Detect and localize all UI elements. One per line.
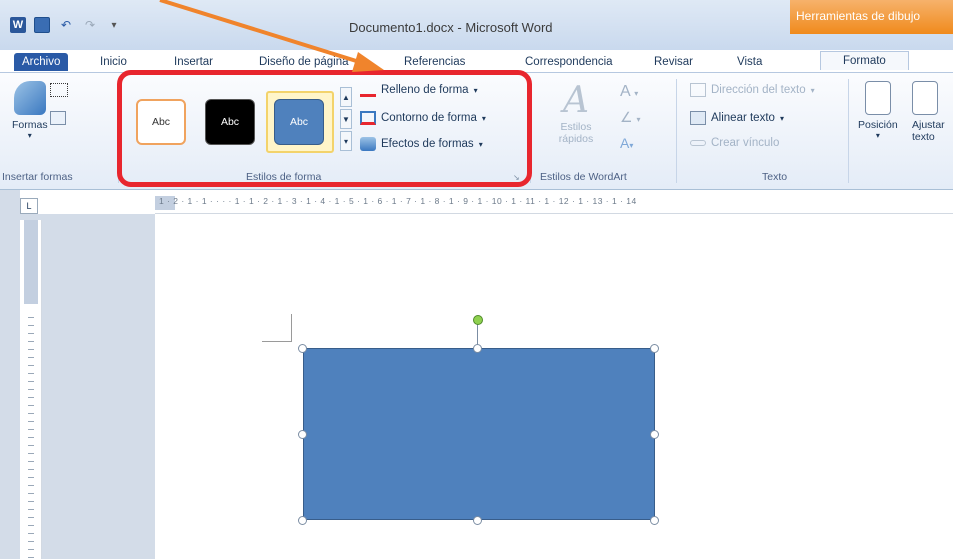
direccion-texto-button[interactable]: Dirección del texto ▾ xyxy=(690,83,815,97)
tab-diseno-pagina[interactable]: Diseño de página xyxy=(259,53,349,71)
customize-qat-icon[interactable]: ▾ xyxy=(106,17,122,33)
ruler-margin xyxy=(24,220,38,304)
tab-formato[interactable]: Formato xyxy=(820,51,909,70)
contextual-tab-group: Herramientas de dibujo xyxy=(790,0,953,34)
crear-vinculo-button[interactable]: Crear vínculo xyxy=(690,137,779,149)
tab-archivo[interactable]: Archivo xyxy=(14,53,69,71)
resize-handle-bottom-left[interactable] xyxy=(298,516,307,525)
chevron-down-icon: ▾ xyxy=(810,85,815,95)
wordart-a-icon: A xyxy=(563,80,589,121)
group-separator xyxy=(676,79,677,183)
link-icon xyxy=(690,140,706,146)
vertical-ruler[interactable] xyxy=(20,220,42,559)
estilos-rapidos-button[interactable]: A Estilos rápidos xyxy=(552,80,600,146)
wrap-text-icon xyxy=(912,81,938,115)
resize-handle-top[interactable] xyxy=(473,344,482,353)
resize-handle-bottom-right[interactable] xyxy=(650,516,659,525)
undo-icon[interactable]: ↶ xyxy=(58,17,74,33)
text-outline-icon[interactable]: ∠ ▾ xyxy=(620,109,640,126)
resize-handle-top-right[interactable] xyxy=(650,344,659,353)
resize-handle-left[interactable] xyxy=(298,430,307,439)
title-bar: W ↶ ↷ ▾ Documento1.docx - Microsoft Word… xyxy=(0,0,953,50)
tab-selector-icon[interactable]: L xyxy=(20,198,38,214)
rotation-handle[interactable] xyxy=(473,315,483,325)
chevron-down-icon: ▾ xyxy=(875,131,880,140)
window-title: Documento1.docx - Microsoft Word xyxy=(349,20,553,35)
text-direction-icon xyxy=(690,83,706,97)
tab-vista[interactable]: Vista xyxy=(737,53,762,71)
edit-shape-icon[interactable] xyxy=(50,83,68,97)
align-text-icon xyxy=(690,111,706,125)
tab-referencias[interactable]: Referencias xyxy=(404,53,465,71)
alinear-texto-label: Alinear texto xyxy=(711,112,775,124)
word-icon[interactable]: W xyxy=(10,17,26,33)
ruler-ticks xyxy=(28,310,34,559)
chevron-down-icon: ▾ xyxy=(779,113,784,123)
estilos-rapidos-label: Estilos rápidos xyxy=(558,121,594,145)
crear-vinculo-label: Crear vínculo xyxy=(711,137,780,149)
resize-handle-right[interactable] xyxy=(650,430,659,439)
position-icon xyxy=(864,81,891,115)
posicion-button[interactable]: Posición ▾ xyxy=(858,81,898,140)
ajustar-texto-button[interactable]: Ajustar texto xyxy=(912,81,952,143)
group-separator xyxy=(848,79,849,183)
direccion-texto-label: Dirección del texto xyxy=(711,84,806,96)
shape-styles-highlight xyxy=(117,70,532,187)
formas-label: Formas xyxy=(12,119,48,131)
tab-revisar[interactable]: Revisar xyxy=(654,53,693,71)
text-effects-icon[interactable]: A▾ xyxy=(620,135,633,151)
resize-handle-bottom[interactable] xyxy=(473,516,482,525)
ruler-labels: 1 · 2 · 1 · 1 · · · · 1 · 1 · 2 · 1 · 3 … xyxy=(159,196,637,206)
group-label-texto: Texto xyxy=(762,171,788,183)
shapes-icon xyxy=(13,81,46,115)
margin-corner-mark xyxy=(262,314,292,342)
posicion-label: Posición xyxy=(858,119,898,131)
alinear-texto-button[interactable]: Alinear texto ▾ xyxy=(690,111,784,125)
chevron-down-icon: ▾ xyxy=(27,131,32,140)
quick-access-toolbar: W ↶ ↷ ▾ xyxy=(10,17,122,33)
save-icon[interactable] xyxy=(34,17,50,33)
ribbon-tabs: Archivo Inicio Insertar Diseño de página… xyxy=(0,50,953,72)
text-fill-icon[interactable]: A ▾ xyxy=(620,83,638,101)
group-label-estilos-wordart: Estilos de WordArt xyxy=(540,171,627,183)
tab-correspondencia[interactable]: Correspondencia xyxy=(525,53,613,71)
redo-icon[interactable]: ↷ xyxy=(82,17,98,33)
tab-insertar[interactable]: Insertar xyxy=(174,53,213,71)
rectangle-shape[interactable] xyxy=(303,348,655,520)
group-label-insertar-formas: Insertar formas xyxy=(2,171,73,183)
resize-handle-top-left[interactable] xyxy=(298,344,307,353)
horizontal-ruler[interactable]: 1 · 2 · 1 · 1 · · · · 1 · 1 · 2 · 1 · 3 … xyxy=(155,192,953,214)
ajustar-texto-label: Ajustar texto xyxy=(912,119,945,143)
formas-button[interactable]: Formas ▾ xyxy=(12,81,48,140)
text-box-icon[interactable] xyxy=(50,111,66,125)
tab-inicio[interactable]: Inicio xyxy=(100,53,127,71)
